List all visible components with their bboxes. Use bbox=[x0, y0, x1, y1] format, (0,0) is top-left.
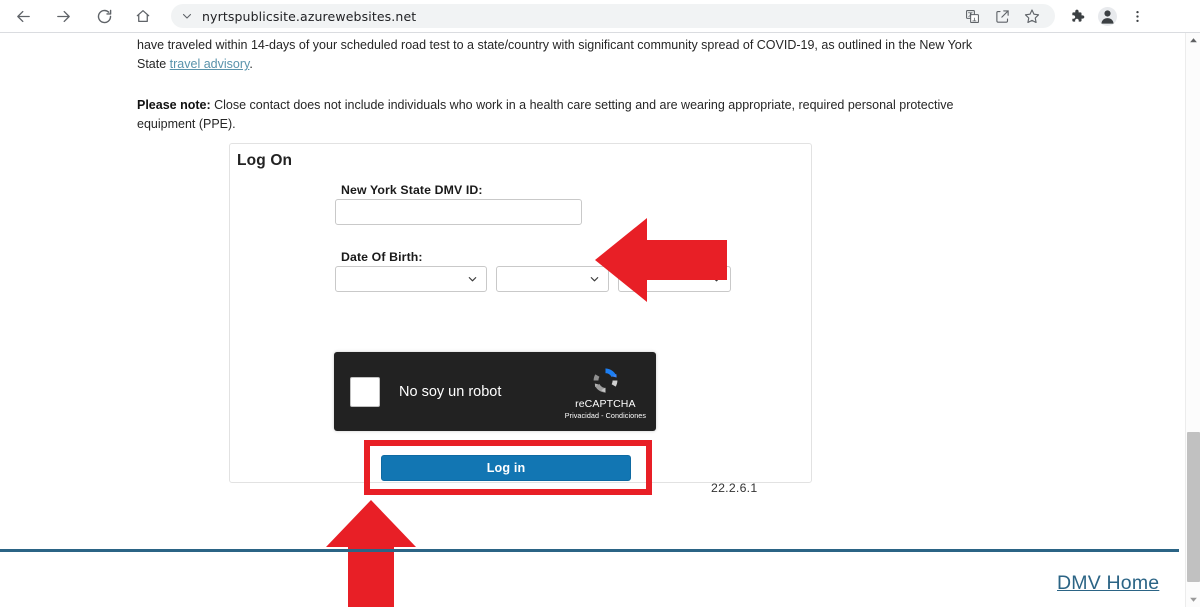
recaptcha-brand-name: reCAPTCHA bbox=[575, 397, 636, 410]
red-up-arrow-annotation bbox=[326, 500, 416, 607]
chevron-down-icon bbox=[467, 274, 478, 285]
profile-avatar-icon[interactable] bbox=[1092, 2, 1122, 30]
date-of-birth-label: Date Of Birth: bbox=[341, 250, 423, 264]
browser-toolbar: nyrtspublicsite.azurewebsites.net bbox=[0, 0, 1200, 33]
recaptcha-logo-icon bbox=[565, 364, 646, 397]
covid-notice-tail: . bbox=[249, 57, 253, 71]
dmv-id-input[interactable] bbox=[335, 199, 582, 225]
omnibox-actions bbox=[957, 2, 1047, 30]
scroll-down-arrow-icon[interactable] bbox=[1186, 592, 1200, 607]
puzzle-piece-icon[interactable] bbox=[1062, 2, 1092, 30]
covid-notice-paragraph: have traveled within 14-days of your sch… bbox=[137, 36, 997, 74]
translate-icon[interactable] bbox=[957, 2, 987, 30]
dob-month-select[interactable] bbox=[335, 266, 487, 292]
address-bar-url[interactable]: nyrtspublicsite.azurewebsites.net bbox=[202, 9, 416, 24]
please-note-paragraph: Please note: Close contact does not incl… bbox=[137, 96, 1007, 134]
star-icon[interactable] bbox=[1017, 2, 1047, 30]
home-icon[interactable] bbox=[129, 2, 157, 30]
recaptcha-label: No soy un robot bbox=[399, 383, 502, 400]
please-note-label: Please note: bbox=[137, 98, 211, 112]
chevron-down-icon[interactable] bbox=[181, 10, 193, 22]
reload-icon[interactable] bbox=[90, 2, 118, 30]
forward-icon[interactable] bbox=[49, 2, 77, 30]
recaptcha-legal-links[interactable]: Privacidad - Condiciones bbox=[565, 412, 646, 420]
three-dot-menu-icon[interactable] bbox=[1122, 2, 1152, 30]
log-on-title: Log On bbox=[237, 152, 293, 169]
dmv-id-label: New York State DMV ID: bbox=[341, 183, 483, 197]
dob-day-select[interactable] bbox=[496, 266, 609, 292]
log-on-card: Log On New York State DMV ID: Date Of Bi… bbox=[229, 143, 812, 495]
log-in-button[interactable]: Log in bbox=[381, 455, 631, 481]
scrollbar-thumb[interactable] bbox=[1187, 432, 1200, 582]
page-scrollbar[interactable] bbox=[1185, 33, 1200, 607]
travel-advisory-link[interactable]: travel advisory bbox=[170, 57, 250, 71]
address-bar[interactable]: nyrtspublicsite.azurewebsites.net bbox=[171, 4, 1055, 28]
red-left-arrow-annotation bbox=[595, 218, 727, 302]
avatar bbox=[1097, 6, 1117, 26]
back-icon[interactable] bbox=[9, 2, 37, 30]
recaptcha-branding: reCAPTCHA Privacidad - Condiciones bbox=[565, 364, 646, 420]
share-icon[interactable] bbox=[987, 2, 1017, 30]
covid-notice-text: have traveled within 14-days of your sch… bbox=[137, 38, 973, 71]
footer-divider bbox=[0, 549, 1179, 552]
recaptcha-checkbox[interactable] bbox=[350, 376, 380, 407]
recaptcha-widget[interactable]: No soy un robot reCAPTCHA Privacidad - C… bbox=[334, 352, 656, 431]
scroll-up-arrow-icon[interactable] bbox=[1186, 33, 1200, 48]
dmv-home-link[interactable]: DMV Home bbox=[1057, 572, 1159, 595]
page-content: have traveled within 14-days of your sch… bbox=[137, 33, 1137, 495]
version-label: 22.2.6.1 bbox=[711, 481, 758, 495]
page-viewport: have traveled within 14-days of your sch… bbox=[0, 33, 1200, 607]
please-note-text: Close contact does not include individua… bbox=[137, 98, 954, 131]
